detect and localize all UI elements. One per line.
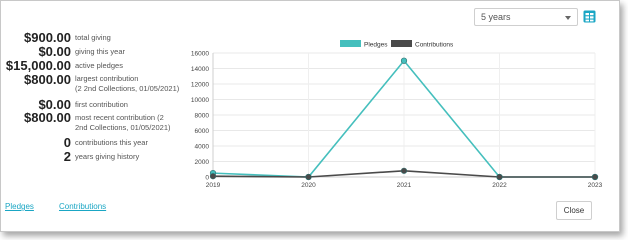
period-select-value: 5 years xyxy=(481,12,511,22)
y-tick-label: 4000 xyxy=(195,144,210,151)
pledges-point xyxy=(400,57,408,64)
most-recent-contribution-amount: $800.00 xyxy=(24,110,71,125)
y-tick-label: 12000 xyxy=(191,82,209,89)
active-pledges-amount: $15,000.00 xyxy=(5,58,71,73)
x-tick-label: 2020 xyxy=(301,182,316,189)
contributions-this-year-count: 0 xyxy=(63,135,71,150)
giving-this-year-label: giving this year xyxy=(75,47,126,56)
total-giving-amount: $900.00 xyxy=(24,30,71,45)
largest-contribution-detail: (2 2nd Collections, 01/05/2021) xyxy=(75,84,180,93)
pledges-legend-label: Pledges xyxy=(364,42,388,49)
contributions-point xyxy=(591,173,599,181)
active-pledges-label: active pledges xyxy=(75,61,123,70)
contributions-point xyxy=(305,173,312,181)
contributions-legend-swatch xyxy=(391,40,412,47)
table-view-icon[interactable] xyxy=(583,10,596,23)
contributions-point xyxy=(209,173,217,180)
y-tick-label: 10000 xyxy=(191,97,209,104)
giving-summary-panel: 5 years $900.00 total giving $0.00 givin… xyxy=(0,0,620,232)
first-contribution-label: first contribution xyxy=(75,100,128,109)
y-tick-label: 6000 xyxy=(195,128,210,135)
pledges-point xyxy=(209,170,217,177)
contributions-legend-label: Contributions xyxy=(415,42,454,49)
y-tick-label: 0 xyxy=(205,175,209,182)
close-button[interactable]: Close xyxy=(556,201,592,220)
pledges-series-line xyxy=(212,59,595,178)
pledges-legend-swatch xyxy=(340,40,361,47)
x-tick-label: 2022 xyxy=(492,182,507,189)
pledges-point xyxy=(305,173,312,181)
pledges-point xyxy=(496,173,503,181)
giving-this-year-amount: $0.00 xyxy=(38,44,71,59)
contributions-point xyxy=(496,173,503,181)
largest-contribution-amount: $800.00 xyxy=(24,72,71,87)
total-giving-label: total giving xyxy=(75,33,111,42)
y-tick-label: 16000 xyxy=(191,51,209,58)
y-tick-label: 14000 xyxy=(191,66,209,73)
pledges-link[interactable]: Pledges xyxy=(5,202,34,211)
most-recent-contribution-detail: 2nd Collections, 01/05/2021) xyxy=(75,123,171,132)
x-tick-label: 2023 xyxy=(588,182,603,189)
x-tick-label: 2021 xyxy=(397,182,412,189)
chevron-down-icon xyxy=(565,16,571,20)
period-select[interactable]: 5 years xyxy=(474,8,578,26)
pledges-point xyxy=(591,173,599,181)
contributions-link[interactable]: Contributions xyxy=(59,202,106,211)
years-giving-history-label: years giving history xyxy=(75,152,140,161)
y-tick-label: 8000 xyxy=(195,113,210,120)
y-tick-label: 2000 xyxy=(195,159,210,166)
contributions-point xyxy=(400,167,408,174)
contributions-this-year-label: contributions this year xyxy=(75,138,148,147)
x-tick-label: 2019 xyxy=(206,182,221,189)
years-giving-history-count: 2 xyxy=(63,149,71,164)
contributions-series-line xyxy=(212,169,595,178)
